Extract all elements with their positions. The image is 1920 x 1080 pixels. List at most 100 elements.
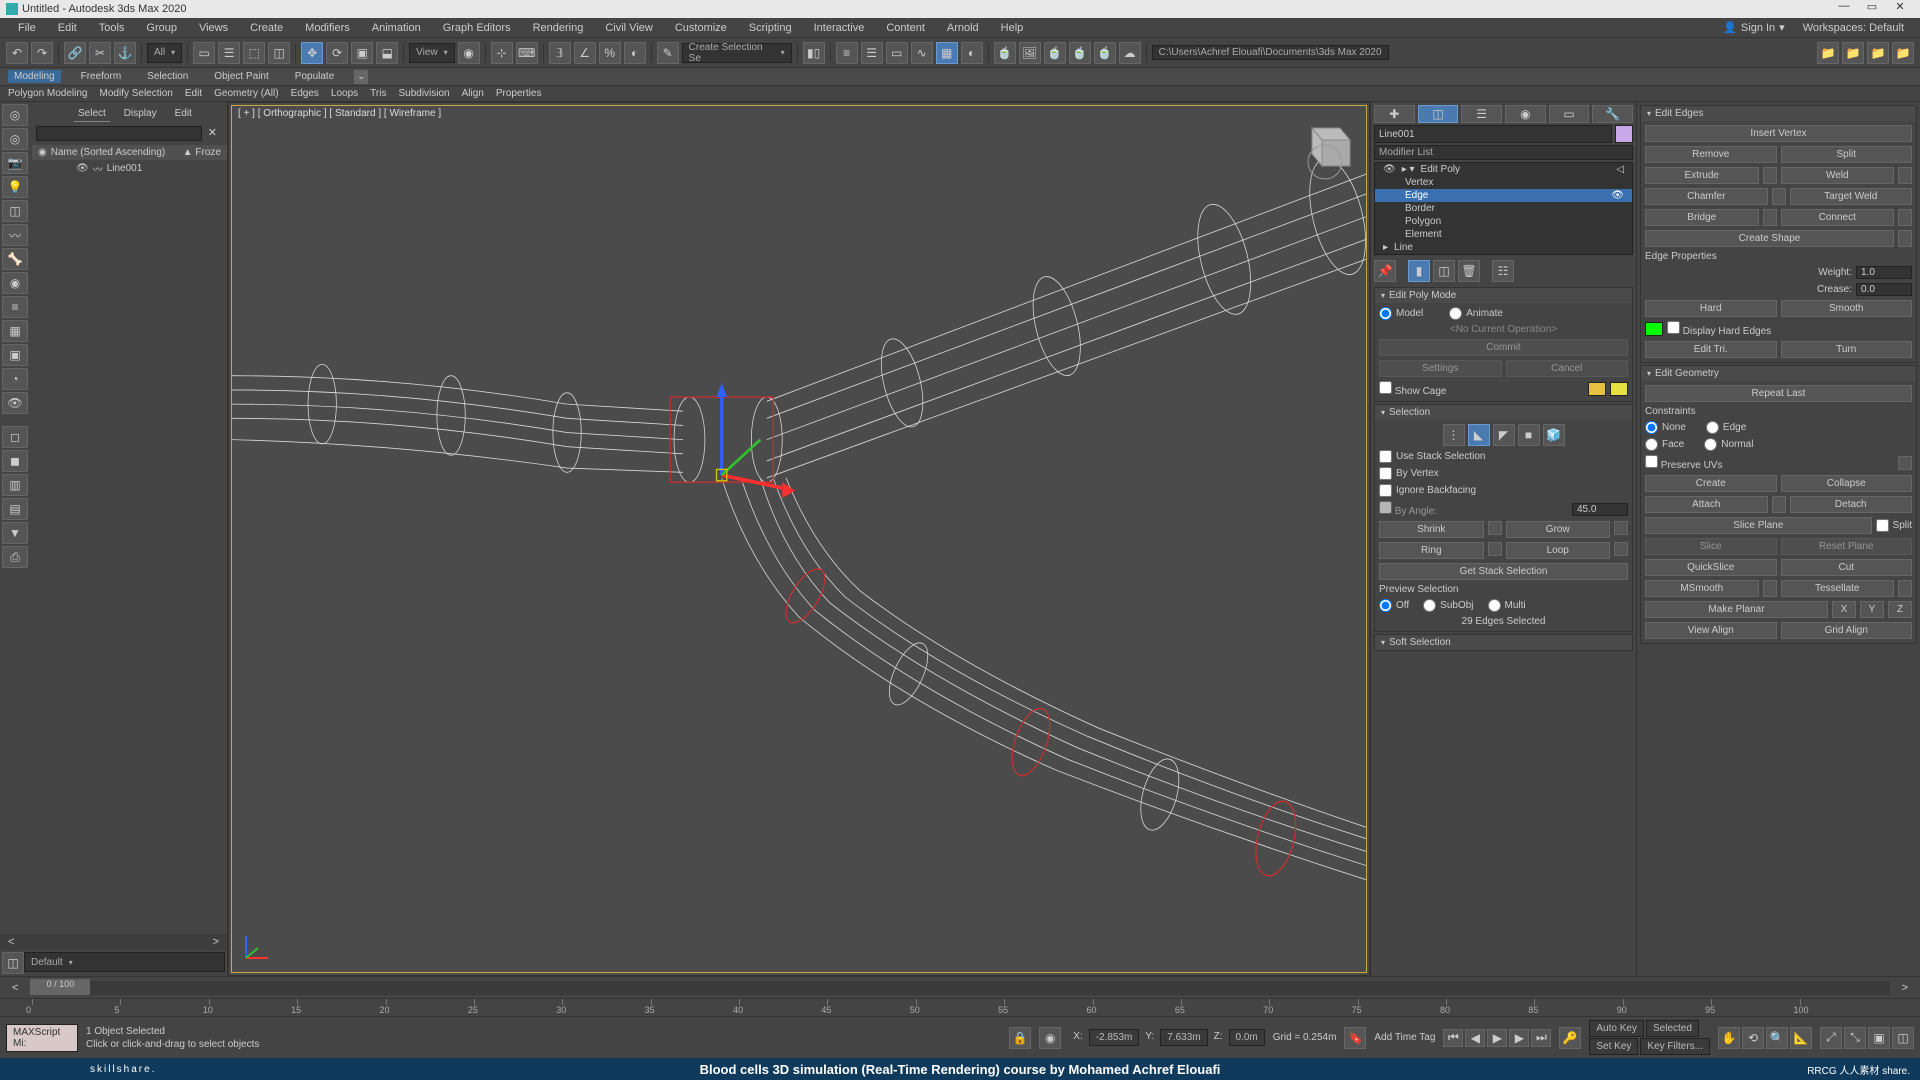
stack-config-btn[interactable]: ☷: [1492, 260, 1514, 282]
subribbon-properties[interactable]: Properties: [496, 88, 542, 99]
msmooth-opts[interactable]: [1763, 580, 1777, 597]
subobj-element-icon[interactable]: 🧊: [1543, 424, 1565, 446]
rollout-editgeom[interactable]: Edit Geometry: [1641, 366, 1916, 381]
showcage-check[interactable]: Show Cage: [1379, 381, 1446, 397]
modifier-stack[interactable]: 👁▸ ▾ Edit Poly◁ Vertex Edge👁 Border Poly…: [1374, 162, 1633, 255]
lock-selection-icon[interactable]: 🔒: [1009, 1027, 1031, 1049]
cmd-display-icon[interactable]: ▭: [1549, 105, 1590, 123]
window-crossing-icon[interactable]: ◫: [268, 42, 290, 64]
toggle-ribbon-icon[interactable]: ▭: [886, 42, 908, 64]
snap-toggle-icon[interactable]: 𝟛: [549, 42, 571, 64]
ref-coord-dropdown[interactable]: View: [409, 43, 455, 63]
constraint-edge[interactable]: Edge: [1706, 421, 1746, 434]
menu-file[interactable]: File: [8, 20, 46, 36]
se-icon-19[interactable]: ⎙: [2, 546, 28, 568]
se-icon-15[interactable]: ◼: [2, 450, 28, 472]
cmd-motion-icon[interactable]: ◉: [1505, 105, 1546, 123]
nav-zoom-icon[interactable]: 🔍: [1766, 1027, 1788, 1049]
attach-opts[interactable]: [1772, 496, 1786, 513]
addtimetag-label[interactable]: Add Time Tag: [1374, 1032, 1435, 1043]
stack-element[interactable]: Element: [1375, 228, 1632, 241]
ignoreback-check[interactable]: Ignore Backfacing: [1379, 484, 1628, 497]
align-icon[interactable]: ≡: [836, 42, 858, 64]
preserveuv-opts[interactable]: [1898, 456, 1912, 470]
subribbon-polymodeling[interactable]: Polygon Modeling: [8, 88, 88, 99]
menu-arnold[interactable]: Arnold: [937, 20, 989, 36]
menu-civilview[interactable]: Civil View: [595, 20, 662, 36]
remove-button[interactable]: Remove: [1645, 146, 1777, 163]
turn-button[interactable]: Turn: [1781, 341, 1913, 358]
nav-region-icon[interactable]: ◫: [1892, 1027, 1914, 1049]
repeatlast-button[interactable]: Repeat Last: [1645, 385, 1912, 402]
scene-scroll-right[interactable]: >: [207, 936, 225, 948]
gridalign-button[interactable]: Grid Align: [1781, 622, 1913, 639]
se-icon-12[interactable]: ◔: [2, 368, 28, 390]
select-name-icon[interactable]: ☰: [218, 42, 240, 64]
menu-content[interactable]: Content: [876, 20, 935, 36]
hard-button[interactable]: Hard: [1645, 300, 1777, 317]
asset-4-icon[interactable]: 📁: [1892, 42, 1914, 64]
angle-input[interactable]: [1572, 503, 1628, 516]
subobj-edge-icon[interactable]: ◣: [1468, 424, 1490, 446]
scene-tab-display[interactable]: Display: [120, 106, 161, 122]
nav-zoomext-icon[interactable]: ⤢: [1820, 1027, 1842, 1049]
chamfer-button[interactable]: Chamfer: [1645, 188, 1768, 205]
grow-button[interactable]: Grow: [1506, 521, 1611, 538]
scene-item-eye-icon[interactable]: 👁: [76, 163, 89, 174]
menu-tools[interactable]: Tools: [89, 20, 135, 36]
sliceplane-split[interactable]: Split: [1876, 517, 1912, 534]
nav-max-icon[interactable]: ▣: [1868, 1027, 1890, 1049]
percent-snap-icon[interactable]: %: [599, 42, 621, 64]
prev-frame-icon[interactable]: ◀: [1465, 1029, 1485, 1047]
layer-explorer-icon[interactable]: ☰: [861, 42, 883, 64]
scene-tab-select[interactable]: Select: [74, 106, 110, 122]
cmd-utilities-icon[interactable]: 🔧: [1592, 105, 1633, 123]
se-icon-10[interactable]: ▦: [2, 320, 28, 342]
byangle-check[interactable]: By Angle:: [1379, 501, 1437, 517]
menu-views[interactable]: Views: [189, 20, 238, 36]
scene-col-frozen[interactable]: ▲ Froze: [183, 147, 221, 158]
cage-color-1[interactable]: [1588, 382, 1606, 396]
edittri-button[interactable]: Edit Tri.: [1645, 341, 1777, 358]
redo-button[interactable]: ↷: [31, 42, 53, 64]
time-slider-thumb[interactable]: 0 / 100: [30, 979, 90, 995]
render-cloud-icon[interactable]: ☁: [1119, 42, 1141, 64]
nav-pan-icon[interactable]: ✋: [1718, 1027, 1740, 1049]
ring-button[interactable]: Ring: [1379, 542, 1484, 559]
coord-x[interactable]: -2.853m: [1089, 1029, 1140, 1046]
menu-customize[interactable]: Customize: [665, 20, 737, 36]
nav-zoomall-icon[interactable]: ⤡: [1844, 1027, 1866, 1049]
constraint-face[interactable]: Face: [1645, 438, 1684, 451]
autokey-button[interactable]: Auto Key: [1589, 1020, 1644, 1037]
menu-group[interactable]: Group: [136, 20, 187, 36]
tessellate-button[interactable]: Tessellate: [1781, 580, 1895, 597]
collapse-button[interactable]: Collapse: [1781, 475, 1913, 492]
extrude-opts[interactable]: [1763, 167, 1777, 184]
subribbon-tris[interactable]: Tris: [370, 88, 386, 99]
constraint-none[interactable]: None: [1645, 421, 1686, 434]
cut-button[interactable]: Cut: [1781, 559, 1913, 576]
cmd-create-icon[interactable]: ✚: [1374, 105, 1415, 123]
link-button[interactable]: 🔗: [64, 42, 86, 64]
subribbon-align[interactable]: Align: [462, 88, 484, 99]
radio-model[interactable]: Model: [1379, 307, 1423, 320]
subobj-vertex-icon[interactable]: ⋮: [1443, 424, 1465, 446]
quickslice-button[interactable]: QuickSlice: [1645, 559, 1777, 576]
select-move-icon[interactable]: ✥: [301, 42, 323, 64]
grow-opts[interactable]: [1614, 521, 1628, 535]
detach-button[interactable]: Detach: [1790, 496, 1913, 513]
hardedge-color[interactable]: [1645, 322, 1663, 336]
subribbon-edges[interactable]: Edges: [291, 88, 319, 99]
se-icon-8[interactable]: ◉: [2, 272, 28, 294]
usestack-check[interactable]: Use Stack Selection: [1379, 450, 1628, 463]
select-object-icon[interactable]: ▭: [193, 42, 215, 64]
menu-modifiers[interactable]: Modifiers: [295, 20, 360, 36]
keyboard-shortcut-icon[interactable]: ⌨: [516, 42, 538, 64]
play-icon[interactable]: ▶: [1487, 1029, 1507, 1047]
menu-rendering[interactable]: Rendering: [523, 20, 594, 36]
connect-opts[interactable]: [1898, 209, 1912, 226]
subribbon-geometry[interactable]: Geometry (All): [214, 88, 278, 99]
selection-filter[interactable]: All: [147, 43, 182, 63]
material-editor-icon[interactable]: ◐: [961, 42, 983, 64]
se-icon-6[interactable]: 〰: [2, 224, 28, 246]
